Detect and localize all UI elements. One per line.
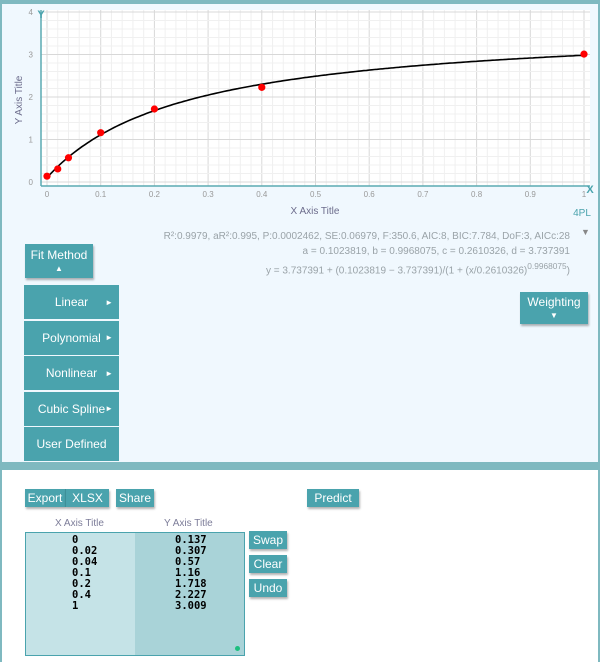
export-button[interactable]: Export <box>25 489 65 507</box>
predict-button[interactable]: Predict ▼ <box>307 489 359 523</box>
x-tick-label: 0.4 <box>256 190 268 199</box>
chevron-up-icon: ▲ <box>55 264 63 273</box>
data-point[interactable] <box>64 154 73 162</box>
submenu-arrow-icon: ► <box>105 333 113 342</box>
chevron-down-icon: ▼ <box>550 311 558 320</box>
submenu-arrow-icon: ► <box>105 297 113 307</box>
equation-exponent: 0.9968075 <box>527 261 567 271</box>
table-cell[interactable]: 3.009 <box>175 601 244 612</box>
data-point[interactable] <box>258 83 266 91</box>
x-tick-label: 0.5 <box>310 190 322 199</box>
y-tick-label: 2 <box>29 93 34 102</box>
x-axis-title[interactable]: X Axis Title <box>291 206 340 217</box>
x-tick-label: 0 <box>45 190 50 199</box>
x-tick-label: 0.1 <box>95 190 107 199</box>
menu-item-cubic-spline[interactable]: Cubic Spline ► <box>24 391 119 426</box>
table-cell[interactable]: 0.4 <box>72 590 135 601</box>
weighting-label: Weighting <box>527 295 581 309</box>
resize-handle-icon[interactable] <box>235 646 240 651</box>
menu-item-nonlinear[interactable]: Nonlinear ► <box>24 356 119 390</box>
x-axis-handle-icon[interactable]: X <box>586 184 594 196</box>
swap-button[interactable]: Swap <box>249 531 287 549</box>
y-axis-title[interactable]: Y Axis Title <box>14 75 25 124</box>
stats-line: R²:0.9979, aR²:0.995, P:0.0002462, SE:0.… <box>163 231 570 242</box>
x-tick-label: 0.6 <box>364 190 376 199</box>
fit-method-menu: Linear ► Polynomial ► Nonlinear ► Cubic Spl… <box>24 285 119 463</box>
fit-statistics: R²:0.9979, aR²:0.995, P:0.0002462, SE:0.… <box>164 229 570 278</box>
data-point[interactable] <box>150 105 158 113</box>
data-point[interactable] <box>97 129 105 137</box>
y-tick-label: 0 <box>29 178 34 187</box>
clear-button[interactable]: Clear <box>249 555 287 573</box>
y-column-header: Y Axis Title <box>164 518 213 529</box>
x-tick-label: 0.3 <box>203 190 215 199</box>
equation: y = 3.737391 + (0.1023819 − 3.737391)/(1… <box>265 265 528 277</box>
share-button[interactable]: Share <box>116 489 154 507</box>
submenu-arrow-icon: ► <box>105 404 113 413</box>
undo-button[interactable]: Undo <box>249 579 287 597</box>
equation-line: y = 3.737391 + (0.1023819 − 3.737391)/(1… <box>164 259 570 278</box>
divider <box>0 462 600 470</box>
equation-close: ) <box>566 265 570 277</box>
y-column[interactable]: 0.137 0.307 0.57 1.16 1.718 2.227 3.009 <box>135 533 244 655</box>
submenu-arrow-icon: ► <box>105 368 113 378</box>
y-tick-label: 3 <box>29 51 34 60</box>
menu-item-label: Polynomial <box>42 330 101 345</box>
stats-expand-icon[interactable]: ▼ <box>581 227 590 237</box>
y-tick-label: 4 <box>29 8 34 17</box>
x-tick-label: 0.8 <box>471 190 483 199</box>
menu-item-user-defined[interactable]: User Defined <box>24 427 119 461</box>
menu-item-label: Linear <box>54 295 89 309</box>
weighting-button[interactable]: Weighting ▼ <box>520 292 588 324</box>
fit-method-button[interactable]: Fit Method ▲ <box>25 244 93 278</box>
data-table[interactable]: 0 0.02 0.04 0.1 0.2 0.4 1 0.137 0.307 0.57 1.16 1.… <box>25 532 245 656</box>
x-tick-label: 0.9 <box>525 190 537 199</box>
x-tick-label: 0.2 <box>149 190 161 199</box>
menu-item-label: Cubic Spline <box>37 401 106 416</box>
menu-item-label: User Defined <box>36 437 107 451</box>
menu-item-polynomial[interactable]: Polynomial ► <box>24 320 119 355</box>
parameters-line: a = 0.1023819, b = 0.9968075, c = 0.2610… <box>302 246 570 257</box>
y-tick-label: 1 <box>29 136 34 145</box>
fit-model-label: 4PL <box>573 208 591 219</box>
x-column-header: X Axis Title <box>55 518 104 529</box>
chart: 0 0.1 0.2 0.3 0.4 0.5 0.6 0.7 0.8 0.9 101234 Y X X… <box>14 8 594 219</box>
data-point[interactable] <box>54 165 62 173</box>
menu-item-linear[interactable]: Linear ► <box>24 285 119 319</box>
data-point[interactable] <box>580 50 588 58</box>
x-column[interactable]: 0 0.02 0.04 0.1 0.2 0.4 1 <box>26 533 135 655</box>
data-point[interactable] <box>43 172 51 180</box>
fit-method-label: Fit Method <box>30 248 88 262</box>
x-tick-label: 0.7 <box>417 190 429 199</box>
y-axis-handle-icon[interactable]: Y <box>37 9 45 21</box>
table-cell[interactable]: 1 <box>72 601 135 612</box>
format-select[interactable]: XLSX ▼ <box>65 489 109 523</box>
menu-item-label: Nonlinear <box>45 366 98 380</box>
